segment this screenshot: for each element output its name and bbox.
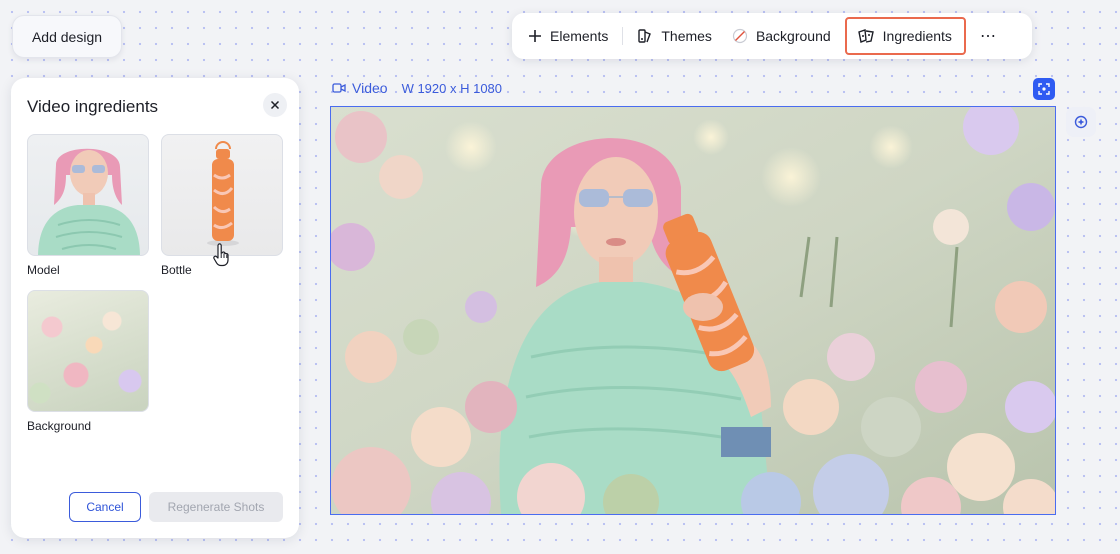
panel-title: Video ingredients: [27, 97, 159, 116]
hand-cursor-icon: [213, 243, 229, 267]
regenerate-label: Regenerate Shots: [167, 500, 265, 514]
model-thumbnail[interactable]: [27, 134, 149, 256]
video-label: Video: [352, 80, 388, 96]
themes-icon: [638, 29, 652, 43]
regenerate-shots-button[interactable]: Regenerate Shots: [149, 492, 283, 522]
close-panel-button[interactable]: [263, 93, 287, 117]
video-scene-image: [331, 107, 1055, 514]
add-design-button[interactable]: Add design: [12, 15, 122, 58]
elements-label: Elements: [550, 28, 609, 44]
toolbar-divider: [622, 27, 624, 45]
add-design-label: Add design: [31, 28, 103, 45]
cancel-button[interactable]: Cancel: [69, 492, 141, 522]
bottle-image: [207, 141, 239, 246]
ingredients-label: Ingredients: [882, 28, 952, 44]
ai-sparkle-icon: [1074, 115, 1088, 129]
background-button[interactable]: Background: [722, 19, 841, 53]
ingredient-label-background: Background: [27, 419, 92, 433]
elements-button[interactable]: Elements: [518, 19, 618, 53]
plus-icon: [529, 30, 541, 42]
more-options-button[interactable]: ⋯: [968, 19, 1009, 53]
video-dimensions: W 1920 x H 1080: [401, 80, 503, 96]
themes-label: Themes: [661, 28, 712, 44]
background-thumbnail[interactable]: [27, 290, 149, 412]
video-header: Video W 1920 x H 1080: [332, 79, 502, 97]
model-image: [38, 148, 140, 255]
ingredient-card-background[interactable]: Background: [27, 290, 149, 433]
bottle-thumbnail[interactable]: [161, 134, 283, 256]
ingredients-icon: [857, 29, 874, 43]
background-icon: [732, 28, 748, 44]
close-icon: [270, 100, 280, 110]
background-label: Background: [755, 28, 831, 44]
video-frame[interactable]: [330, 106, 1056, 515]
top-toolbar: Elements Themes Background Ingredients ⋯: [512, 13, 1032, 59]
ingredient-label-model: Model: [27, 263, 60, 277]
video-ingredients-panel: Video ingredients Model Bottle Backgroun…: [11, 78, 299, 538]
cancel-label: Cancel: [86, 500, 124, 514]
ai-assist-button[interactable]: [1066, 107, 1096, 137]
themes-button[interactable]: Themes: [627, 19, 722, 53]
ingredients-button[interactable]: Ingredients: [844, 17, 966, 55]
video-camera-icon: [332, 83, 346, 93]
ingredient-card-model[interactable]: Model: [27, 134, 149, 277]
focus-frame-button[interactable]: [1033, 78, 1055, 100]
more-icon: ⋯: [979, 28, 997, 45]
focus-icon: [1038, 83, 1050, 95]
